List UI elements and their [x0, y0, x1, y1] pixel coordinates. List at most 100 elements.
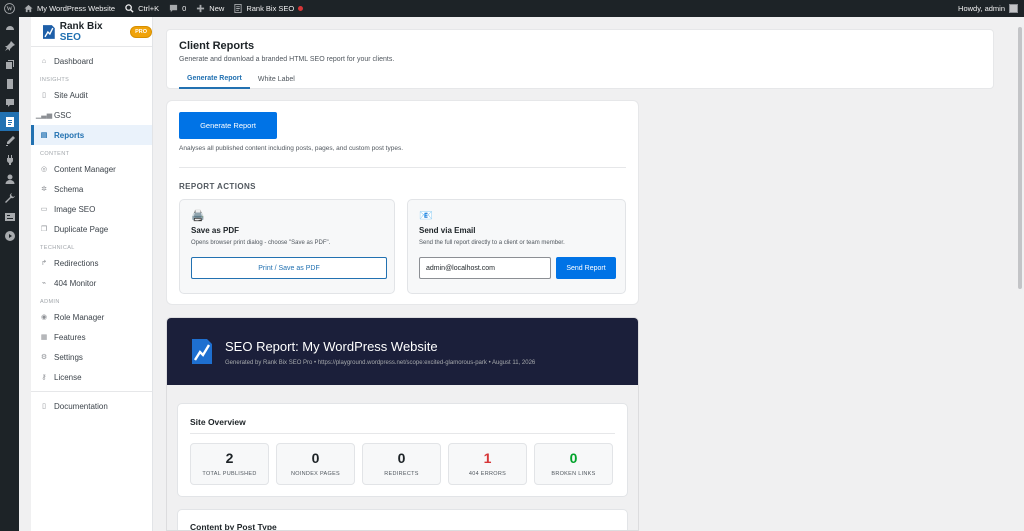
nav-label: Features	[54, 332, 86, 342]
gear-icon: ⚙	[40, 354, 48, 361]
user-account-link[interactable]: Howdy, admin	[953, 0, 1024, 17]
stat-label: BROKEN LINKS	[551, 471, 596, 477]
content-by-post-type-card: Content by Post Type	[177, 509, 628, 531]
tools-icon[interactable]	[0, 188, 19, 207]
appearance-icon[interactable]	[0, 131, 19, 150]
media-icon[interactable]	[0, 55, 19, 74]
pin-icon[interactable]	[0, 36, 19, 55]
nav-site-audit[interactable]: ▯ Site Audit	[31, 85, 152, 105]
page-title: Client Reports	[179, 40, 255, 52]
nav-documentation[interactable]: ▯ Documentation	[31, 396, 152, 416]
nav-content-manager[interactable]: ◎ Content Manager	[31, 159, 152, 179]
tab-white-label[interactable]: White Label	[250, 70, 303, 89]
plus-icon	[197, 4, 205, 13]
home-icon: ⌂	[41, 57, 47, 65]
send-email-title: Send via Email	[419, 226, 476, 235]
redirect-icon: ↱	[41, 260, 47, 267]
play-icon[interactable]	[0, 226, 19, 245]
site-overview-title: Site Overview	[190, 417, 246, 427]
save-pdf-title: Save as PDF	[191, 226, 240, 235]
settings-icon[interactable]	[0, 207, 19, 226]
nav-label: Redirections	[54, 258, 99, 268]
site-name: My WordPress Website	[37, 4, 116, 13]
send-email-box: 📧 Send via Email Send the full report di…	[407, 199, 626, 294]
nav-group-admin: ADMIN	[40, 299, 60, 305]
nav-label: Site Audit	[54, 90, 88, 100]
send-email-desc: Send the full report directly to a clien…	[419, 240, 565, 246]
page-scrollbar[interactable]	[1016, 17, 1024, 531]
page-header: Client Reports Generate and download a b…	[166, 29, 994, 89]
print-save-pdf-button[interactable]: Print / Save as PDF	[191, 257, 387, 279]
rankbix-icon[interactable]	[0, 112, 19, 131]
stat-label: 404 ERRORS	[468, 471, 507, 477]
content-by-post-type-title: Content by Post Type	[190, 522, 277, 531]
greeting: Howdy, admin	[958, 4, 1005, 13]
stat-value: 1	[483, 450, 492, 466]
generate-report-button[interactable]: Generate Report	[179, 112, 277, 139]
nav-schema[interactable]: ✲ Schema	[31, 179, 152, 199]
stat-box: 1 404 ERRORS	[448, 443, 527, 485]
nav-settings[interactable]: ⚙ Settings	[31, 347, 152, 367]
nav-license[interactable]: ⚷ License	[31, 367, 152, 387]
nav-redirections[interactable]: ↱ Redirections	[31, 253, 152, 273]
divider	[190, 433, 615, 434]
report-icon: ▤	[40, 132, 48, 139]
stat-box: 0 REDIRECTS	[362, 443, 441, 485]
document-icon: ▯	[42, 403, 46, 410]
pro-badge: PRO	[130, 25, 152, 38]
stat-label: NOINDEX PAGES	[290, 471, 341, 477]
comments-icon[interactable]	[0, 93, 19, 112]
stat-value: 2	[225, 450, 234, 466]
send-report-button[interactable]: Send Report	[556, 257, 616, 279]
email-icon: 📧	[419, 210, 433, 222]
nav-role-manager[interactable]: ◉ Role Manager	[31, 307, 152, 327]
stat-label: REDIRECTS	[384, 471, 419, 477]
report-generated-line: Generated by Rank Bix SEO Pro • https://…	[225, 360, 536, 366]
avatar	[1009, 4, 1018, 13]
scrollbar-thumb[interactable]	[1018, 27, 1022, 289]
nav-label: Dashboard	[54, 56, 94, 66]
search-command[interactable]: Ctrl+K	[120, 0, 164, 17]
nav-features[interactable]: ▦ Features	[31, 327, 152, 347]
brand-name: Rank Bix SEO	[59, 20, 103, 43]
email-field[interactable]: admin@localhost.com	[419, 257, 551, 279]
nav-label: Role Manager	[54, 312, 105, 322]
site-name-link[interactable]: My WordPress Website	[19, 0, 120, 17]
notification-dot	[298, 6, 304, 11]
key-icon: ⚷	[41, 374, 47, 381]
schema-icon: ✲	[41, 186, 47, 193]
search-shortcut: Ctrl+K	[138, 4, 160, 13]
nav-label: GSC	[54, 110, 72, 120]
rankbix-logo-icon	[192, 339, 212, 364]
nav-duplicate-page[interactable]: ❐ Duplicate Page	[31, 219, 152, 239]
nav-reports[interactable]: ▤ Reports	[31, 125, 152, 145]
generate-report-card: Generate Report Analyses all published c…	[166, 100, 639, 305]
nav-group-insights: INSIGHTS	[40, 77, 70, 83]
nav-dashboard[interactable]: ⌂ Dashboard	[31, 51, 152, 71]
stat-value: 0	[311, 450, 320, 466]
report-header: SEO Report: My WordPress Website Generat…	[167, 318, 638, 385]
nav-label: 404 Monitor	[54, 278, 97, 288]
grid-icon: ▦	[40, 334, 48, 341]
wordpress-logo-icon[interactable]: W	[0, 0, 19, 17]
page-subtitle: Generate and download a branded HTML SEO…	[179, 56, 395, 63]
users-icon[interactable]	[0, 169, 19, 188]
rankbix-icon	[234, 4, 242, 13]
nav-gsc[interactable]: ▁▃▅ GSC	[31, 105, 152, 125]
wp-admin-menu	[0, 17, 19, 531]
pages-icon[interactable]	[0, 74, 19, 93]
nav-label: Image SEO	[54, 204, 96, 214]
search-icon	[125, 4, 134, 13]
plugin-sidebar: Rank Bix SEO PRO ⌂ Dashboard INSIGHTS ▯ Si…	[31, 17, 153, 531]
nav-image-seo[interactable]: ▭ Image SEO	[31, 199, 152, 219]
copy-icon: ❐	[40, 226, 48, 233]
rankbix-adminbar-link[interactable]: Rank Bix SEO	[229, 0, 308, 17]
comments-link[interactable]: 0	[164, 0, 191, 17]
stat-value: 0	[397, 450, 406, 466]
dashboard-icon[interactable]	[0, 17, 19, 36]
new-content-link[interactable]: New	[191, 0, 229, 17]
tab-generate-report[interactable]: Generate Report	[179, 70, 250, 89]
plugins-icon[interactable]	[0, 150, 19, 169]
nav-label: Reports	[54, 130, 85, 140]
nav-404-monitor[interactable]: ⌁ 404 Monitor	[31, 273, 152, 293]
